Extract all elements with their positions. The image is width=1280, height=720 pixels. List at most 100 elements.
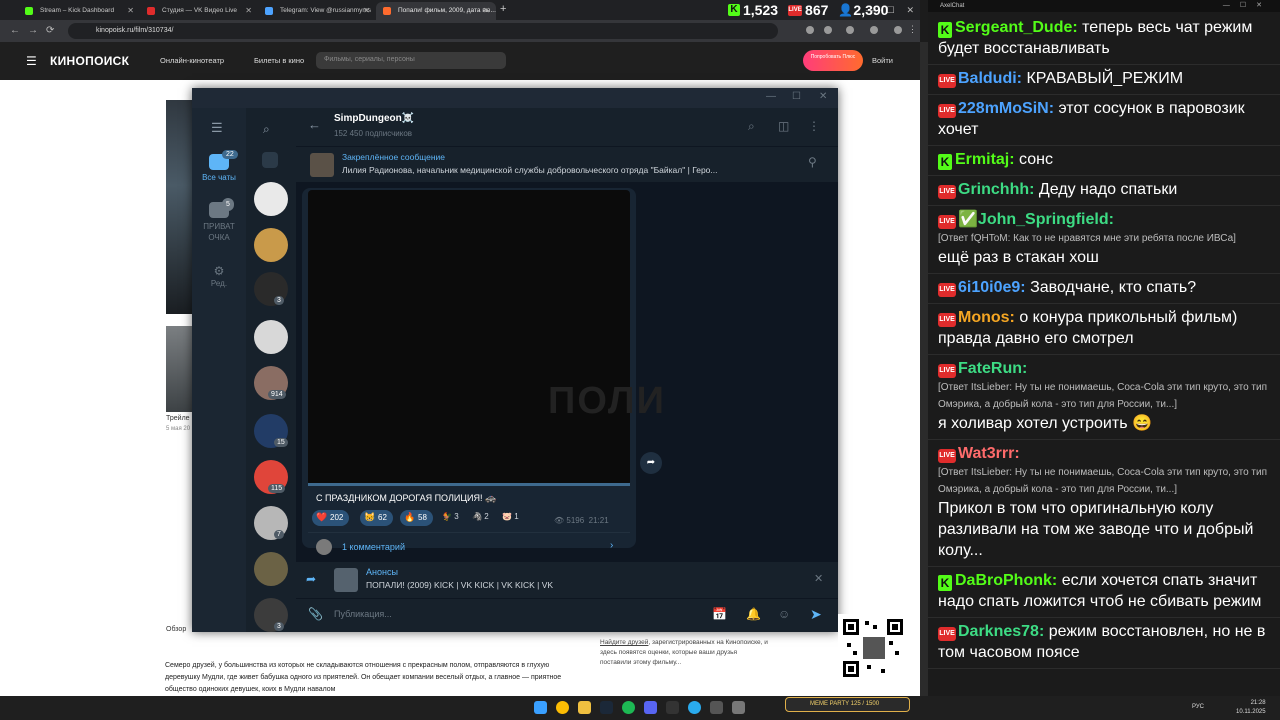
folder-all-chats[interactable]: Все чаты 22 <box>192 150 246 182</box>
clock[interactable]: 21:28 10.11.2025 <box>1236 699 1266 717</box>
extension-icon[interactable] <box>824 26 832 34</box>
new-tab-button[interactable]: + <box>500 3 506 15</box>
download-icon[interactable] <box>870 26 878 34</box>
reaction-fire[interactable]: 🔥 58 <box>400 510 433 526</box>
window-controls[interactable]: —☐✕ <box>1223 1 1272 9</box>
promo-button[interactable]: Попробовать Плюс <box>803 50 863 71</box>
reaction-pig[interactable]: 🐷 1 <box>502 512 519 521</box>
steam-icon[interactable] <box>600 701 613 714</box>
reaction-rooster[interactable]: 🐓 3 <box>442 512 459 521</box>
app-icon[interactable] <box>710 701 723 714</box>
find-friends-link[interactable]: Найдите друзей <box>600 639 648 646</box>
search-icon[interactable]: ⌕ <box>748 119 755 134</box>
search-input[interactable]: Фильмы, сериалы, персоны <box>316 52 506 69</box>
chat-avatar[interactable] <box>254 320 288 354</box>
menu-icon[interactable]: ⋮ <box>908 24 917 34</box>
send-icon[interactable]: ➤ <box>810 606 822 623</box>
chat-username[interactable]: Ermitaj: <box>955 151 1015 168</box>
extensions-icon[interactable] <box>846 26 854 34</box>
chat-avatar[interactable] <box>254 182 288 216</box>
close-icon[interactable]: ✕ <box>245 6 252 15</box>
app-icon[interactable] <box>732 701 745 714</box>
chat-avatar[interactable]: 914 <box>254 366 288 400</box>
back-arrow-icon[interactable]: ← <box>308 117 321 132</box>
login-button[interactable]: Войти <box>872 56 893 65</box>
chat-avatar[interactable] <box>254 552 288 586</box>
nav-tickets[interactable]: Билеты в кино <box>254 56 304 65</box>
sidebar-toggle-icon[interactable]: ◫ <box>778 119 789 133</box>
video-player[interactable]: ПОЛИ <box>308 190 664 486</box>
attach-icon[interactable]: 📎 <box>308 607 323 621</box>
archive-icon[interactable] <box>262 152 278 168</box>
tab-kick-dashboard[interactable]: Stream – Kick Dashboard ✕ <box>18 2 140 20</box>
kinopoisk-logo[interactable]: КИНОПОИСК <box>50 54 129 68</box>
menu-icon[interactable]: ☰ <box>26 54 37 68</box>
chat-username[interactable]: FateRun: <box>958 360 1027 377</box>
chat-avatar[interactable]: 115 <box>254 460 288 494</box>
reload-icon[interactable]: ⟳ <box>46 25 54 36</box>
folder-private[interactable]: ПРИВАТ ОЧКА 5 <box>192 198 246 243</box>
close-icon[interactable]: ✕ <box>814 572 823 585</box>
tab-kinopoisk[interactable]: Попали! фильм, 2009, дата вы... ✕ <box>376 2 496 20</box>
chat-avatar[interactable]: 3 <box>254 598 288 632</box>
reaction-heart[interactable]: ❤️ 202 <box>312 510 350 526</box>
start-icon[interactable] <box>534 701 547 714</box>
poster-image[interactable] <box>166 100 194 314</box>
language-indicator[interactable]: РУС <box>1192 704 1204 710</box>
chrome-icon[interactable] <box>556 701 569 714</box>
chat-username[interactable]: DaBroPhonk: <box>955 572 1057 589</box>
chat-username[interactable]: Wat3rrr: <box>958 445 1020 462</box>
schedule-icon[interactable]: 📅 <box>712 607 727 621</box>
search-icon[interactable]: ⌕ <box>263 122 270 137</box>
folder-edit[interactable]: ⚙ Ред. <box>192 264 246 288</box>
spotify-icon[interactable] <box>622 701 635 714</box>
chat-username[interactable]: Sergeant_Dude: <box>955 19 1078 36</box>
reaction-cat[interactable]: 😸 62 <box>360 510 393 526</box>
tab-telegram[interactable]: Telegram: View @russianmyms ✕ <box>258 2 376 20</box>
close-icon[interactable]: ✕ <box>819 91 827 102</box>
trailer-label[interactable]: Трейле <box>166 415 190 422</box>
back-icon[interactable]: ← <box>10 25 20 36</box>
comments-link[interactable]: 1 комментарий › <box>308 532 630 560</box>
url-field[interactable]: kinopoisk.ru/film/310734/ <box>68 23 778 39</box>
nav-online-cinema[interactable]: Онлайн-кинотеатр <box>160 56 224 65</box>
chat-username[interactable]: 6i10i0e9: <box>958 279 1026 296</box>
pinned-message[interactable]: Закреплённое сообщение Лилия Радионова, … <box>296 146 838 182</box>
extension-icon[interactable] <box>806 26 814 34</box>
telegram-icon[interactable] <box>688 701 701 714</box>
scrollbar[interactable] <box>920 42 928 696</box>
chat-avatar[interactable]: 7 <box>254 506 288 540</box>
chat-username[interactable]: 228mMoSiN: <box>958 100 1054 117</box>
chat-avatar[interactable] <box>254 228 288 262</box>
chat-username[interactable]: ✅John_Springfield: <box>958 211 1114 228</box>
obs-icon[interactable] <box>666 701 679 714</box>
bell-icon[interactable]: 🔔 <box>746 607 761 621</box>
video-progress[interactable] <box>308 483 630 486</box>
tab-vk-studio[interactable]: Студия — VK Видео Live ✕ <box>140 2 258 20</box>
close-icon[interactable]: ✕ <box>127 6 134 15</box>
channel-name[interactable]: SimpDungeon☠️ <box>334 113 414 124</box>
pin-list-icon[interactable]: ⚲ <box>808 155 817 169</box>
profile-icon[interactable] <box>894 26 902 34</box>
close-icon[interactable]: ✕ <box>363 6 370 15</box>
chat-avatar[interactable]: 3 <box>254 272 288 306</box>
folder-icon[interactable] <box>578 701 591 714</box>
more-icon[interactable]: ⋮ <box>808 119 820 133</box>
trailer-thumbnail[interactable] <box>166 326 194 412</box>
share-button[interactable]: ➦ <box>640 452 662 474</box>
chat-username[interactable]: Grinchhh: <box>958 181 1034 198</box>
chat-username[interactable]: Monos: <box>958 309 1015 326</box>
close-icon[interactable]: ✕ <box>907 5 915 16</box>
chat-avatar[interactable]: 15 <box>254 414 288 448</box>
maximize-icon[interactable]: ☐ <box>887 5 895 16</box>
emoji-icon[interactable]: ☺ <box>778 607 790 621</box>
minimize-icon[interactable]: — <box>766 91 776 102</box>
chat-username[interactable]: Darknes78: <box>958 623 1044 640</box>
chat-username[interactable]: Baldudi: <box>958 70 1022 87</box>
reaction-zebra[interactable]: 🦓 2 <box>472 512 489 521</box>
message-input[interactable]: Публикация... <box>334 609 392 619</box>
minimize-icon[interactable]: — <box>866 5 875 15</box>
forward-icon[interactable]: → <box>28 25 38 36</box>
close-icon[interactable]: ✕ <box>483 6 490 15</box>
discord-icon[interactable] <box>644 701 657 714</box>
